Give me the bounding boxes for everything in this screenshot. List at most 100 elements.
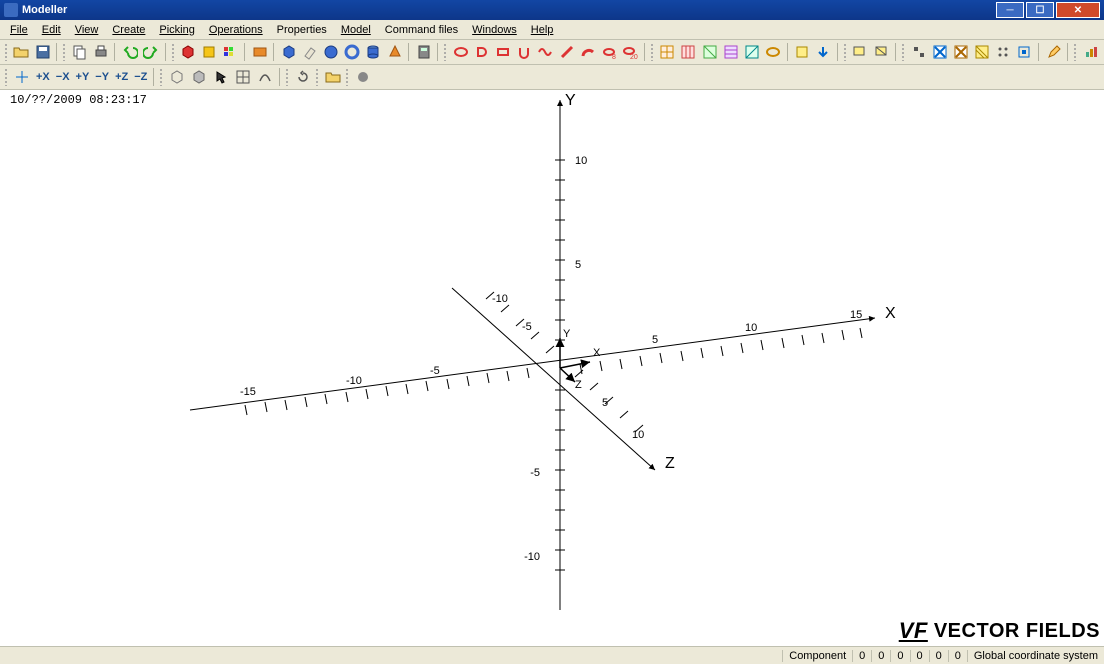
axes-icon: [14, 69, 30, 85]
cylinder-tool-button[interactable]: [364, 42, 383, 62]
ring20-red-icon: 20: [622, 44, 638, 60]
mesh1-button[interactable]: [658, 42, 677, 62]
arrow-down-button[interactable]: [814, 42, 833, 62]
mesh2-button[interactable]: [679, 42, 698, 62]
print-button[interactable]: [91, 42, 110, 62]
toolbar-grip[interactable]: [4, 43, 8, 61]
folder2-button[interactable]: [323, 67, 343, 87]
coil-20-button[interactable]: 20: [621, 42, 640, 62]
toolbar-primary: 8 20: [0, 40, 1104, 65]
viewport[interactable]: 10/??/2009 08:23:17: [0, 90, 1104, 646]
coil-u-button[interactable]: [515, 42, 534, 62]
coil-8-button[interactable]: 8: [599, 42, 618, 62]
box-hilite-button[interactable]: [793, 42, 812, 62]
arrow-tool-button[interactable]: [211, 67, 231, 87]
calc-button[interactable]: [414, 42, 433, 62]
pick2-button[interactable]: [930, 42, 949, 62]
torus-tool-button[interactable]: [343, 42, 362, 62]
pick5-button[interactable]: [994, 42, 1013, 62]
toolbar-grip[interactable]: [171, 43, 175, 61]
menu-command-files[interactable]: Command files: [379, 22, 464, 38]
rect-tool-button[interactable]: [250, 42, 269, 62]
mesh3-button[interactable]: [700, 42, 719, 62]
toolbar-grip[interactable]: [901, 43, 905, 61]
sphere-tool-button[interactable]: [321, 42, 340, 62]
toolbar-grip[interactable]: [62, 43, 66, 61]
cursor-icon: [213, 69, 229, 85]
rotate-button[interactable]: [293, 67, 313, 87]
iso2-button[interactable]: [189, 67, 209, 87]
block-red-button[interactable]: [178, 42, 197, 62]
menu-properties[interactable]: Properties: [271, 22, 333, 38]
menu-picking[interactable]: Picking: [153, 22, 200, 38]
axis-toggle-button[interactable]: [12, 67, 32, 87]
chart-button[interactable]: [1081, 42, 1100, 62]
menu-windows[interactable]: Windows: [466, 22, 523, 38]
ring-red-icon: [453, 44, 469, 60]
mesh-ring-button[interactable]: [764, 42, 783, 62]
coil-arc-button[interactable]: [578, 42, 597, 62]
toolbar-grip[interactable]: [1073, 43, 1077, 61]
view-pz-button[interactable]: +Z: [113, 71, 130, 83]
mesh-view-button[interactable]: [233, 67, 253, 87]
gizmo-z-label: Z: [575, 379, 582, 391]
view-nx-button[interactable]: −X: [54, 71, 72, 83]
iso1-button[interactable]: [167, 67, 187, 87]
pyramid-tool-button[interactable]: [300, 42, 319, 62]
toolbar-grip[interactable]: [843, 43, 847, 61]
coil-ring-button[interactable]: [451, 42, 470, 62]
open-button[interactable]: [12, 42, 31, 62]
pick6-button[interactable]: [1015, 42, 1034, 62]
save-button[interactable]: [33, 42, 52, 62]
menu-create[interactable]: Create: [106, 22, 151, 38]
app-icon: [4, 3, 18, 17]
pick1-button[interactable]: [909, 42, 928, 62]
minimize-button[interactable]: ─: [996, 2, 1024, 18]
view-px-button[interactable]: +X: [34, 71, 52, 83]
menu-help[interactable]: Help: [525, 22, 560, 38]
view-py-button[interactable]: +Y: [74, 71, 92, 83]
coil-d-button[interactable]: [472, 42, 491, 62]
layer1-button[interactable]: [851, 42, 870, 62]
menu-file[interactable]: File: [4, 22, 34, 38]
undo-button[interactable]: [120, 42, 139, 62]
toolbar-grip[interactable]: [4, 68, 8, 86]
menu-view[interactable]: View: [69, 22, 105, 38]
pick3-button[interactable]: [951, 42, 970, 62]
menu-model[interactable]: Model: [335, 22, 377, 38]
block-yellow-button[interactable]: [200, 42, 219, 62]
pick-square2-icon: [1016, 44, 1032, 60]
toolbar-grip[interactable]: [159, 68, 163, 86]
toolbar-grip[interactable]: [443, 43, 447, 61]
maximize-button[interactable]: ☐: [1026, 2, 1054, 18]
view-nz-button[interactable]: −Z: [132, 71, 149, 83]
toolbar-grip[interactable]: [315, 68, 319, 86]
layer2-button[interactable]: [872, 42, 891, 62]
box-tool-button[interactable]: [279, 42, 298, 62]
edit-tool-button[interactable]: [1044, 42, 1063, 62]
menu-operations[interactable]: Operations: [203, 22, 269, 38]
palette-button[interactable]: [221, 42, 240, 62]
window-title: Modeller: [22, 4, 996, 16]
grid3-icon: [702, 44, 718, 60]
pick-square-icon: [911, 44, 927, 60]
coil-squiggle-button[interactable]: [536, 42, 555, 62]
pick4-button[interactable]: [972, 42, 991, 62]
record-button[interactable]: [353, 67, 373, 87]
coil-line-button[interactable]: [557, 42, 576, 62]
statusbar: Component 0 0 0 0 0 0 Global coordinate …: [0, 646, 1104, 664]
coil-rect-button[interactable]: [493, 42, 512, 62]
cone-tool-button[interactable]: [385, 42, 404, 62]
toolbar-grip[interactable]: [345, 68, 349, 86]
toolbar-grip[interactable]: [285, 68, 289, 86]
view-ny-button[interactable]: −Y: [93, 71, 111, 83]
curve-tool-button[interactable]: [255, 67, 275, 87]
mesh5-button[interactable]: [742, 42, 761, 62]
toolbar-grip[interactable]: [650, 43, 654, 61]
copy-button[interactable]: [70, 42, 89, 62]
redo-button[interactable]: [141, 42, 160, 62]
menu-edit[interactable]: Edit: [36, 22, 67, 38]
rect-orange-icon: [252, 44, 268, 60]
close-button[interactable]: ✕: [1056, 2, 1100, 18]
mesh4-button[interactable]: [721, 42, 740, 62]
